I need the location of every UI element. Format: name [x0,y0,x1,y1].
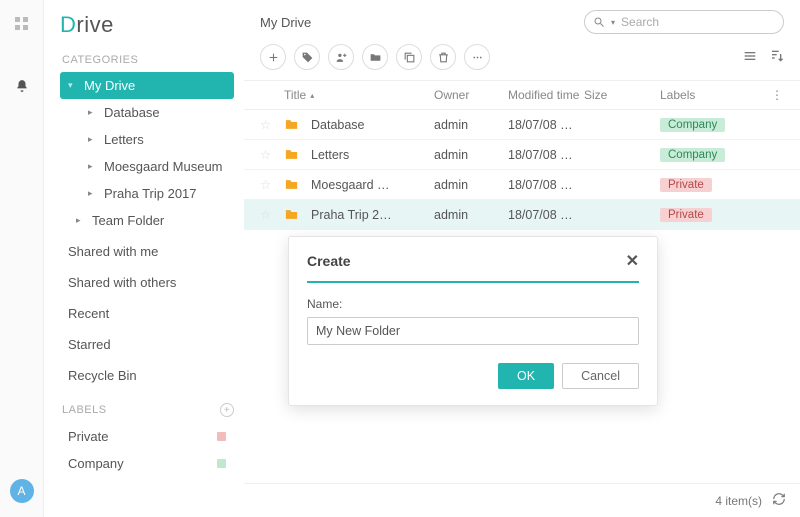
sidebar-item-label: Moesgaard Museum [104,159,223,174]
app-rail: A [0,0,44,517]
file-name: Moesgaard … [311,178,390,192]
star-icon[interactable]: ☆ [260,148,271,162]
label-pill: Company [660,148,725,162]
col-size[interactable]: Size [584,88,660,102]
sidebar-item-praha[interactable]: ▸Praha Trip 2017 [60,180,234,207]
sort-asc-icon: ▴ [310,91,314,100]
list-view-icon[interactable] [742,48,758,67]
app-logo: Drive [60,12,234,38]
sidebar-item-letters[interactable]: ▸Letters [60,126,234,153]
add-button[interactable] [260,44,286,70]
add-label-button[interactable]: + [220,403,234,417]
file-name: Praha Trip 2… [311,208,392,222]
search-icon [593,16,605,28]
file-name: Database [311,118,365,132]
sidebar-recycle-bin[interactable]: Recycle Bin [60,362,234,389]
sidebar-item-moesgaard[interactable]: ▸Moesgaard Museum [60,153,234,180]
star-icon[interactable]: ☆ [260,178,271,192]
mtime-cell: 18/07/08 … [508,148,584,162]
star-icon[interactable]: ☆ [260,208,271,222]
avatar[interactable]: A [10,479,34,503]
notifications-icon[interactable] [15,79,29,96]
folder-icon [284,177,299,192]
move-button[interactable] [362,44,388,70]
more-button[interactable] [464,44,490,70]
folder-icon [284,207,299,222]
sidebar-item-database[interactable]: ▸Database [60,99,234,126]
label-color-chip [217,432,226,441]
name-label: Name: [307,297,639,311]
item-count: 4 item(s) [715,494,762,508]
tag-button[interactable] [294,44,320,70]
delete-button[interactable] [430,44,456,70]
label-pill: Private [660,208,712,222]
copy-button[interactable] [396,44,422,70]
owner-cell: admin [434,148,508,162]
col-title[interactable]: Title ▴ [284,88,434,102]
col-menu-icon[interactable]: ⋮ [770,88,784,102]
label-pill: Company [660,118,725,132]
share-button[interactable] [328,44,354,70]
sidebar-shared-with-me[interactable]: Shared with me [60,238,234,265]
sort-icon[interactable] [768,48,784,67]
apps-icon[interactable] [14,16,30,35]
sidebar-item-label: Letters [104,132,144,147]
col-owner[interactable]: Owner [434,88,508,102]
sidebar-shared-with-others[interactable]: Shared with others [60,269,234,296]
search-placeholder: Search [621,15,659,29]
table-row[interactable]: ☆ Moesgaard … admin18/07/08 … Private [244,170,800,200]
cancel-button[interactable]: Cancel [562,363,639,389]
page-title: My Drive [260,15,574,30]
table-header: Title ▴ Owner Modified time Size Labels … [244,80,800,110]
status-bar: 4 item(s) [244,483,800,517]
mtime-cell: 18/07/08 … [508,178,584,192]
toolbar [244,40,800,80]
sidebar-item-team-folder[interactable]: ▸Team Folder [60,207,234,234]
labels-header: LABELS + [62,403,234,417]
folder-icon [284,117,299,132]
star-icon[interactable]: ☆ [260,118,271,132]
sidebar-item-label: My Drive [84,78,135,93]
file-name: Letters [311,148,349,162]
name-input[interactable] [307,317,639,345]
sidebar-item-label: Database [104,105,160,120]
create-dialog: Create ✕ Name: OK Cancel [288,236,658,406]
sidebar-item-label: Praha Trip 2017 [104,186,197,201]
label-name: Company [68,456,124,471]
owner-cell: admin [434,178,508,192]
col-labels[interactable]: Labels [660,88,770,102]
label-pill: Private [660,178,712,192]
owner-cell: admin [434,118,508,132]
sidebar-recent[interactable]: Recent [60,300,234,327]
table-row[interactable]: ☆ Database admin18/07/08 … Company [244,110,800,140]
table-row[interactable]: ☆ Praha Trip 2… admin18/07/08 … Private [244,200,800,230]
sidebar-item-my-drive[interactable]: ▾My Drive [60,72,234,99]
refresh-icon[interactable] [772,492,786,509]
sidebar: Drive CATEGORIES ▾My Drive ▸Database ▸Le… [44,0,244,517]
close-icon[interactable]: ✕ [626,251,639,271]
folder-icon [284,147,299,162]
search-input[interactable]: ▾ Search [584,10,784,34]
label-name: Private [68,429,108,444]
categories-header: CATEGORIES [62,54,234,66]
ok-button[interactable]: OK [498,363,554,389]
label-private[interactable]: Private [60,423,234,450]
dialog-title: Create [307,253,351,269]
sidebar-item-label: Team Folder [92,213,164,228]
mtime-cell: 18/07/08 … [508,118,584,132]
owner-cell: admin [434,208,508,222]
table-row[interactable]: ☆ Letters admin18/07/08 … Company [244,140,800,170]
col-mtime[interactable]: Modified time [508,88,584,102]
label-company[interactable]: Company [60,450,234,477]
chevron-down-icon: ▾ [611,18,615,27]
sidebar-starred[interactable]: Starred [60,331,234,358]
mtime-cell: 18/07/08 … [508,208,584,222]
label-color-chip [217,459,226,468]
